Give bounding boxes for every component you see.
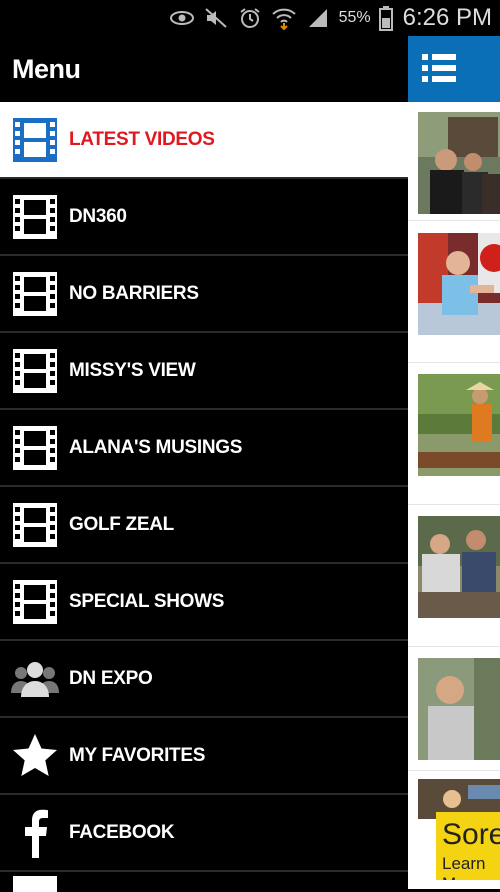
signal-icon (305, 5, 331, 31)
battery-percent: 55% (338, 9, 371, 26)
ad-text-line2: Learn M (442, 854, 486, 880)
video-thumbnail-2[interactable] (418, 233, 500, 335)
video-thumbnail-5[interactable] (418, 658, 500, 760)
status-bar: 55% 6:26 PM (0, 0, 500, 36)
menu-item-label: DN EXPO (69, 667, 153, 689)
menu-item-partial[interactable] (0, 872, 408, 892)
menu-item-label: NO BARRIERS (69, 282, 199, 304)
film-icon (11, 424, 59, 472)
menu-item-label: ALANA'S MUSINGS (69, 436, 243, 458)
video-thumbnail-4[interactable] (418, 516, 500, 618)
ad-banner[interactable]: Sore Learn M (436, 812, 500, 880)
film-icon (11, 872, 59, 892)
menu-item-dn360[interactable]: DN360 (0, 179, 408, 256)
menu-item-special-shows[interactable]: SPECIAL SHOWS (0, 564, 408, 641)
mute-icon (203, 5, 229, 31)
clock: 6:26 PM (402, 4, 492, 31)
film-icon (11, 193, 59, 241)
alarm-icon (237, 5, 263, 31)
ad-text-line1: Sore (442, 818, 500, 851)
menu-list: LATEST VIDEOS DN360 NO BARRIERS MISSY'S … (0, 102, 408, 892)
menu-item-label: GOLF ZEAL (69, 513, 174, 535)
film-icon (11, 347, 59, 395)
menu-item-no-barriers[interactable]: NO BARRIERS (0, 256, 408, 333)
menu-item-facebook[interactable]: FACEBOOK (0, 795, 408, 872)
menu-item-label: MY FAVORITES (69, 744, 206, 766)
menu-item-label: SPECIAL SHOWS (69, 590, 225, 612)
video-thumbnail-1[interactable] (418, 112, 500, 214)
film-icon (11, 270, 59, 318)
menu-header: Menu (0, 36, 408, 102)
film-icon (11, 501, 59, 549)
content-panel (408, 36, 500, 889)
video-thumbnail-3[interactable] (418, 374, 500, 476)
menu-item-label: FACEBOOK (69, 821, 175, 843)
wifi-icon (271, 5, 297, 31)
menu-item-latest-videos[interactable]: LATEST VIDEOS (0, 102, 408, 179)
film-icon (11, 578, 59, 626)
content-header (408, 36, 500, 102)
menu-item-label: LATEST VIDEOS (69, 128, 215, 150)
menu-item-alanas-musings[interactable]: ALANA'S MUSINGS (0, 410, 408, 487)
people-icon (11, 655, 59, 703)
list-icon[interactable] (420, 50, 460, 86)
menu-title: Menu (12, 53, 81, 84)
eye-icon (169, 5, 195, 31)
menu-item-dn-expo[interactable]: DN EXPO (0, 641, 408, 718)
menu-item-label: MISSY'S VIEW (69, 359, 196, 381)
facebook-icon (11, 809, 59, 858)
star-icon (11, 732, 59, 780)
menu-item-golf-zeal[interactable]: GOLF ZEAL (0, 487, 408, 564)
menu-item-missys-view[interactable]: MISSY'S VIEW (0, 333, 408, 410)
battery-icon (378, 5, 393, 31)
film-icon (11, 116, 59, 164)
menu-item-label: DN360 (69, 205, 127, 227)
menu-item-my-favorites[interactable]: MY FAVORITES (0, 718, 408, 795)
